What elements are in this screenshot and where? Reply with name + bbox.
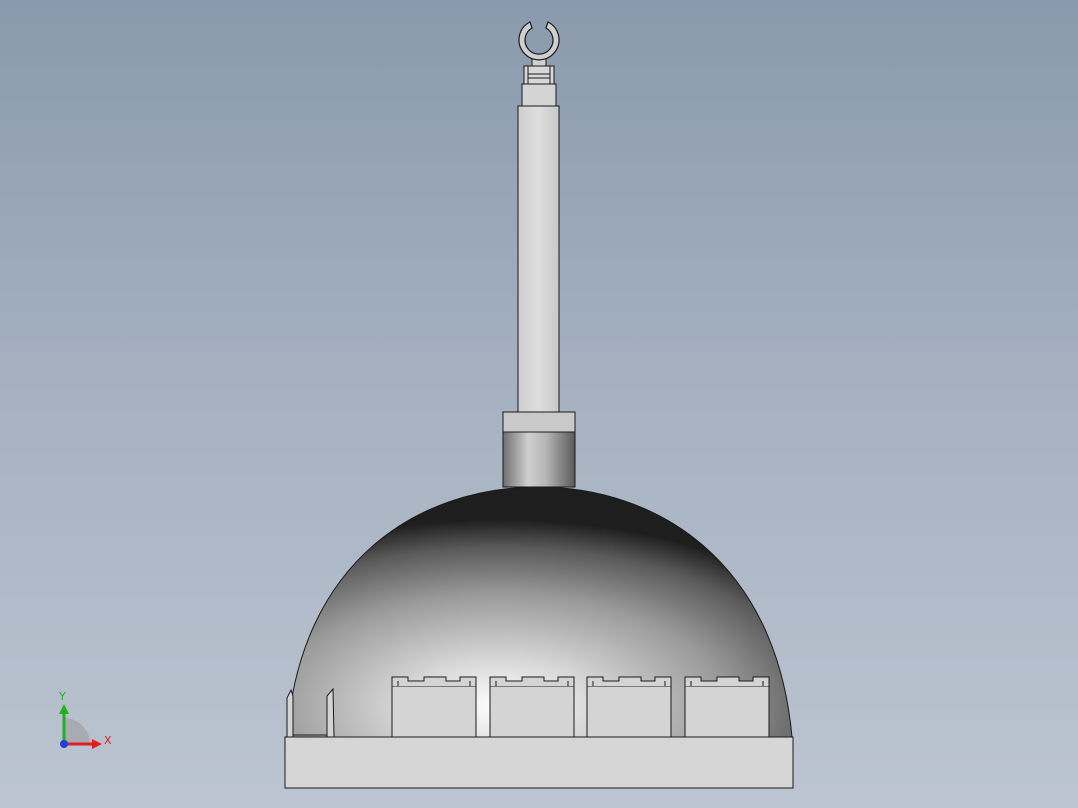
y-axis-label: Y [58, 690, 66, 703]
shaft[interactable] [517, 105, 560, 413]
connector-block-4[interactable] [684, 676, 770, 738]
base-plate[interactable] [284, 736, 794, 789]
shaft-top-block[interactable] [521, 55, 557, 107]
y-axis-arrow [59, 704, 69, 714]
x-axis-arrow [92, 739, 102, 749]
graphics-viewport[interactable]: Y X [0, 0, 1078, 808]
model-view[interactable] [0, 0, 1078, 808]
connector-block-1[interactable] [391, 676, 477, 738]
z-axis-dot [60, 740, 68, 748]
connector-block-3[interactable] [586, 676, 672, 738]
x-axis-label: X [104, 734, 112, 747]
connector-block-2[interactable] [489, 676, 575, 738]
ring-clip[interactable] [518, 21, 560, 61]
collar[interactable] [502, 411, 576, 488]
coordinate-triad[interactable]: Y X [40, 680, 130, 770]
triad-plane-shade [64, 718, 90, 744]
